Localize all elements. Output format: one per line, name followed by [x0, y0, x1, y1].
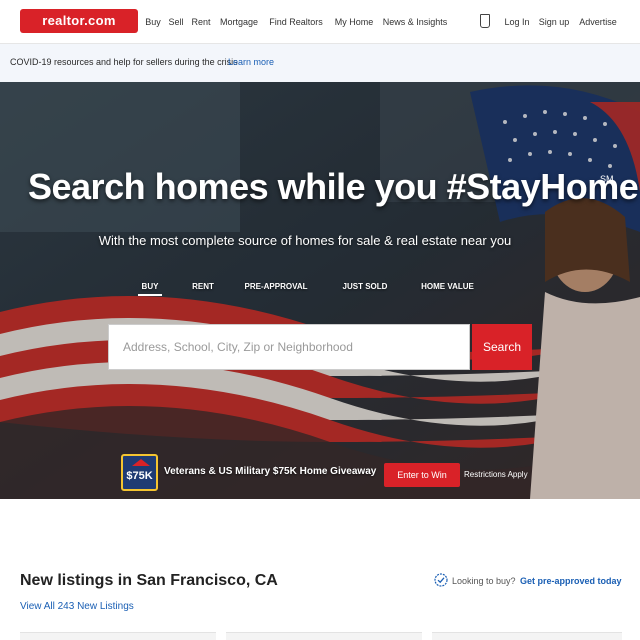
learn-more-link[interactable]: Learn more: [228, 57, 274, 67]
banner-text: COVID-19 resources and help for sellers …: [10, 57, 238, 67]
hero-subheading: With the most complete source of homes f…: [98, 233, 512, 248]
tab-pre-approval[interactable]: PRE-APPROVAL: [243, 278, 309, 296]
giveaway-badge-text: $75K: [126, 470, 153, 482]
tab-buy[interactable]: BUY: [138, 278, 162, 296]
listing-card[interactable]: [20, 632, 216, 640]
page: realtor.com Buy Sell Rent Mortgage Find …: [0, 0, 640, 640]
nav-sign-up[interactable]: Sign up: [535, 10, 573, 34]
search-field: [108, 324, 470, 370]
nav-mortgage[interactable]: Mortgage: [216, 10, 262, 34]
enter-to-win-button[interactable]: Enter to Win: [384, 463, 460, 487]
search-input[interactable]: [109, 325, 469, 369]
search-button[interactable]: Search: [472, 324, 532, 370]
giveaway-heading[interactable]: Veterans & US Military $75K Home Giveawa…: [164, 466, 376, 477]
service-mark: SM: [600, 174, 614, 184]
nav-log-in[interactable]: Log In: [502, 10, 532, 34]
nav-find-realtors[interactable]: Find Realtors: [264, 10, 328, 34]
top-nav: realtor.com Buy Sell Rent Mortgage Find …: [0, 0, 640, 44]
site-logo[interactable]: realtor.com: [20, 9, 138, 33]
looking-to-buy-text: Looking to buy?: [452, 576, 516, 586]
giveaway-badge-image: $75K: [121, 454, 158, 491]
nav-sell[interactable]: Sell: [166, 10, 186, 34]
check-badge-icon: [434, 573, 448, 587]
hero-overlay: [0, 82, 640, 499]
nav-buy[interactable]: Buy: [142, 10, 164, 34]
tab-home-value[interactable]: HOME VALUE: [419, 278, 476, 296]
tab-just-sold[interactable]: JUST SOLD: [340, 278, 390, 296]
house-roof-icon: [132, 459, 150, 466]
listing-card[interactable]: [432, 632, 622, 640]
hero-heading: Search homes while you #StayHome: [28, 166, 639, 207]
saved-homes-icon[interactable]: [480, 14, 490, 28]
listing-card[interactable]: [226, 632, 422, 640]
nav-my-home[interactable]: My Home: [330, 10, 378, 34]
hero-section: Search homes while you #StayHome SM With…: [0, 82, 640, 499]
tab-rent[interactable]: RENT: [190, 278, 216, 296]
covid-banner: COVID-19 resources and help for sellers …: [0, 44, 640, 82]
get-pre-approved-link[interactable]: Get pre-approved today: [520, 576, 622, 586]
nav-rent[interactable]: Rent: [188, 10, 214, 34]
new-listings-heading: New listings in San Francisco, CA: [20, 572, 278, 589]
view-all-listings-link[interactable]: View All 243 New Listings: [20, 601, 134, 612]
restrictions-note: Restrictions Apply: [464, 470, 528, 479]
nav-advertise[interactable]: Advertise: [576, 10, 620, 34]
nav-news-insights[interactable]: News & Insights: [380, 10, 450, 34]
